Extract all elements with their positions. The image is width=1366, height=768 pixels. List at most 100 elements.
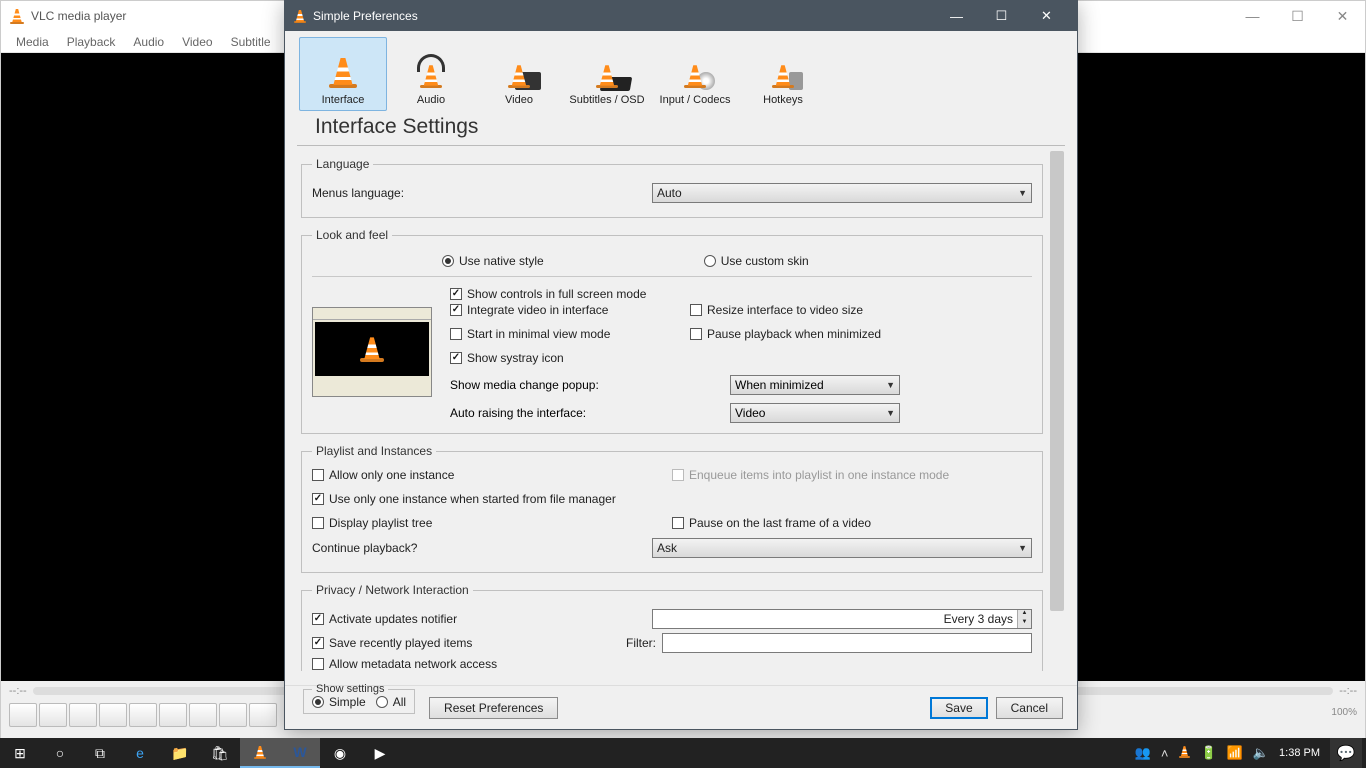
check-pause-when-minimized[interactable]: Pause playback when minimized: [690, 327, 1032, 341]
taskbar-app-edge[interactable]: e: [120, 738, 160, 768]
radio-simple[interactable]: Simple: [312, 695, 366, 709]
network-icon[interactable]: 📶: [1227, 745, 1243, 761]
next-button[interactable]: [99, 703, 127, 727]
continue-playback-label: Continue playback?: [312, 541, 652, 555]
check-activate-updates[interactable]: Activate updates notifier: [312, 612, 652, 626]
prefs-scrollbar[interactable]: [1049, 151, 1065, 685]
tray-vlc-icon[interactable]: [1178, 746, 1190, 761]
media-change-popup-label: Show media change popup:: [450, 378, 730, 392]
minimize-button[interactable]: —: [1230, 1, 1275, 31]
prefs-heading: Interface Settings: [297, 111, 1065, 146]
scroll-thumb[interactable]: [1050, 151, 1064, 611]
chevron-down-icon: ▼: [1018, 543, 1027, 553]
show-settings-group: Show settings Simple All: [303, 683, 415, 714]
taskbar-app-vlc[interactable]: [240, 738, 280, 768]
time-elapsed: --:--: [9, 685, 27, 697]
cat-audio[interactable]: Audio: [387, 37, 475, 111]
prev-button[interactable]: [39, 703, 67, 727]
radio-custom-skin[interactable]: Use custom skin: [704, 254, 809, 268]
time-total: --:--: [1339, 685, 1357, 697]
check-pause-last-frame[interactable]: Pause on the last frame of a video: [672, 516, 1032, 530]
fullscreen-button[interactable]: [129, 703, 157, 727]
check-one-instance-file-manager[interactable]: Use only one instance when started from …: [312, 492, 1032, 506]
prefs-close-button[interactable]: ✕: [1024, 1, 1069, 31]
check-allow-metadata-access[interactable]: Allow metadata network access: [312, 657, 1032, 671]
cat-interface[interactable]: Interface: [299, 37, 387, 111]
show-settings-label: Show settings: [312, 683, 388, 695]
menu-video[interactable]: Video: [173, 35, 221, 49]
cone-icon: [359, 336, 385, 362]
chevron-down-icon: ▼: [886, 380, 895, 390]
check-show-controls-fullscreen[interactable]: Show controls in full screen mode: [450, 287, 1032, 301]
check-start-minimal[interactable]: Start in minimal view mode: [450, 327, 680, 341]
loop-button[interactable]: [219, 703, 247, 727]
battery-icon[interactable]: 🔋: [1200, 745, 1216, 761]
cortana-button[interactable]: ○: [40, 738, 80, 768]
media-change-popup-select[interactable]: When minimized▼: [730, 375, 900, 395]
filter-label: Filter:: [622, 636, 662, 650]
auto-raising-select[interactable]: Video▼: [730, 403, 900, 423]
taskbar-app-media[interactable]: ▶: [360, 738, 400, 768]
task-view-button[interactable]: ⧉: [80, 738, 120, 768]
stop-button[interactable]: [69, 703, 97, 727]
menus-language-select[interactable]: Auto▼: [652, 183, 1032, 203]
preferences-dialog: Simple Preferences — ☐ ✕ Interface Audio…: [284, 0, 1078, 730]
cat-input-codecs[interactable]: Input / Codecs: [651, 37, 739, 111]
cat-hotkeys[interactable]: Hotkeys: [739, 37, 827, 111]
vlc-cone-icon: [9, 8, 25, 24]
windows-taskbar: ⊞ ○ ⧉ e 📁 🛍 W ◉ ▶ 👥 ˄ 🔋 📶 🔈 1:38 PM 💬: [0, 738, 1366, 768]
tray-clock[interactable]: 1:38 PM: [1279, 747, 1320, 759]
menu-subtitle[interactable]: Subtitle: [222, 35, 280, 49]
settings-button[interactable]: [159, 703, 187, 727]
radio-all[interactable]: All: [376, 695, 406, 709]
people-icon[interactable]: 👥: [1135, 745, 1151, 761]
group-privacy: Privacy / Network Interaction Activate u…: [301, 583, 1043, 671]
auto-raising-label: Auto raising the interface:: [450, 406, 730, 420]
tray-chevron-icon[interactable]: ˄: [1161, 746, 1169, 761]
check-integrate-video[interactable]: Integrate video in interface: [450, 303, 680, 317]
radio-native-style[interactable]: Use native style: [442, 254, 544, 268]
playlist-button[interactable]: [189, 703, 217, 727]
start-button[interactable]: ⊞: [0, 738, 40, 768]
vlc-cone-icon: [253, 745, 267, 759]
zoom-level: 100%: [1331, 707, 1357, 718]
check-save-recently-played[interactable]: Save recently played items: [312, 636, 622, 650]
filter-input[interactable]: [662, 633, 1032, 653]
check-allow-one-instance[interactable]: Allow only one instance: [312, 468, 662, 482]
play-button[interactable]: [9, 703, 37, 727]
reset-preferences-button[interactable]: Reset Preferences: [429, 697, 558, 719]
chevron-down-icon: ▼: [1018, 188, 1027, 198]
check-display-playlist-tree[interactable]: Display playlist tree: [312, 516, 662, 530]
volume-icon[interactable]: 🔈: [1253, 745, 1269, 761]
check-show-systray[interactable]: Show systray icon: [450, 351, 680, 365]
menu-playback[interactable]: Playback: [58, 35, 125, 49]
group-language: Language Menus language: Auto▼: [301, 157, 1043, 218]
close-button[interactable]: ✕: [1320, 1, 1365, 31]
save-button[interactable]: Save: [930, 697, 987, 719]
prefs-minimize-button[interactable]: —: [934, 1, 979, 31]
cat-video[interactable]: Video: [475, 37, 563, 111]
menu-audio[interactable]: Audio: [124, 35, 173, 49]
maximize-button[interactable]: ☐: [1275, 1, 1320, 31]
cancel-button[interactable]: Cancel: [996, 697, 1063, 719]
prefs-category-bar: Interface Audio Video Subtitles / OSD In…: [285, 31, 1077, 111]
taskbar-app-store[interactable]: 🛍: [200, 738, 240, 768]
menu-media[interactable]: Media: [7, 35, 58, 49]
legend-privacy: Privacy / Network Interaction: [312, 583, 473, 597]
prefs-maximize-button[interactable]: ☐: [979, 1, 1024, 31]
check-resize-to-video[interactable]: Resize interface to video size: [690, 303, 1032, 317]
prefs-body: Language Menus language: Auto▼ Look and …: [297, 151, 1065, 685]
taskbar-app-chrome[interactable]: ◉: [320, 738, 360, 768]
continue-playback-select[interactable]: Ask▼: [652, 538, 1032, 558]
prefs-title: Simple Preferences: [313, 9, 418, 23]
action-center-button[interactable]: 💬: [1330, 738, 1362, 768]
cat-subtitles[interactable]: Subtitles / OSD: [563, 37, 651, 111]
shuffle-button[interactable]: [249, 703, 277, 727]
legend-look: Look and feel: [312, 228, 392, 242]
taskbar-app-explorer[interactable]: 📁: [160, 738, 200, 768]
taskbar-app-word[interactable]: W: [280, 738, 320, 768]
updates-interval-spinner[interactable]: Every 3 days▲▼: [652, 609, 1032, 629]
system-tray: 👥 ˄ 🔋 📶 🔈 1:38 PM 💬: [1135, 738, 1366, 768]
legend-playlist: Playlist and Instances: [312, 444, 436, 458]
skin-preview: [312, 307, 432, 397]
